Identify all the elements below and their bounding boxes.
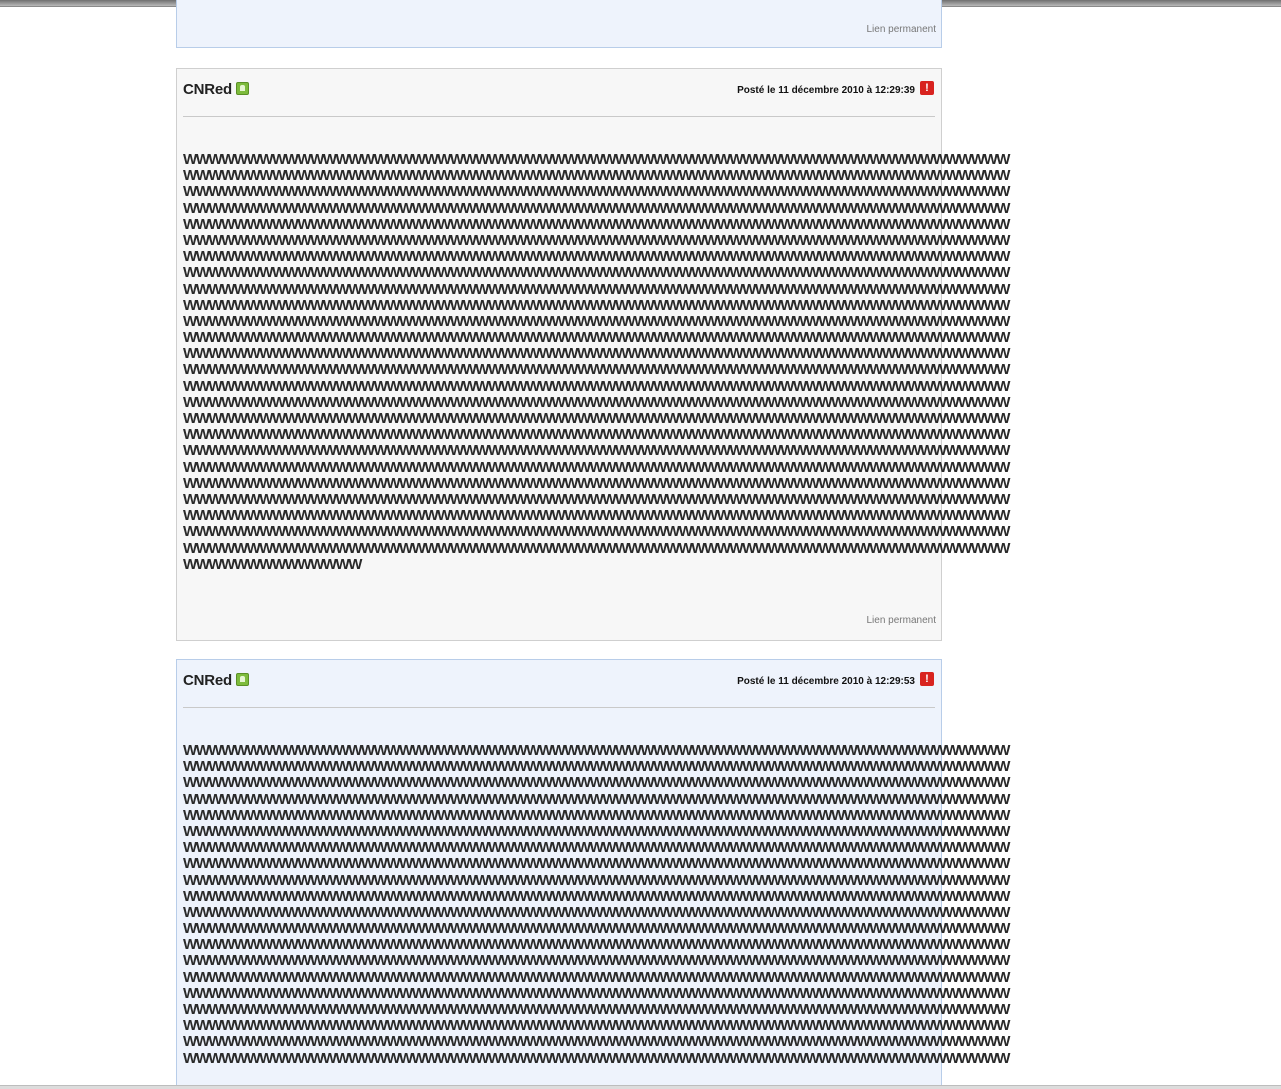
post-header: CNRed Posté le 11 décembre 2010 à 12:29:… [177,660,941,700]
forum-post: CNRed Posté le 11 décembre 2010 à 12:29:… [176,68,1010,641]
post-text-line: WWWWWWWWWWWWWWWWWWWWWWWWWWWWWWWWWWWWWWWW… [183,1033,1010,1051]
post-text-line: WWWWWWWWWWWWWWWWWWWWWWWWWWWWWWWWWWWWWWWW… [183,490,1010,508]
post-text-line: WWWWWWWWWWWWWWWWWWWWWWWWWWWWWWWWWWWWWWWW… [183,1001,1010,1018]
post-text-line: WWWWWWWWWWWWWWWWWWWWWWWWWWWWWWWWWWWWWWWW… [183,1017,1010,1035]
post-text-line: WWWWWWWWWWWWWWWWWWWWWWWWWWWWWWWWWWWWWWWW… [183,167,1010,185]
post-text-line: WWWWWWWWWWWWWWWWWWWWWWWWWWWWWWWWWWWWWWWW… [183,312,1010,330]
post-text-line: WWWWWWWWWWWWWWWWWWWWWWWWWWWWWWWWWWWWWWWW… [183,426,1010,444]
post-text-line: WWWWWWWWWWWWWWWWWWWWWWWWWWWWWWWWWWWWWWWW… [183,231,1010,249]
post-text-line: WWWWWWWWWWWWWWWWWWWWWWWWWWWWWWWWWWWWWWWW… [183,887,1010,905]
post-text-line: WWWWWWWWWWWWWWWWWWWWWWWWWWWWWWWWWWWWWWWW… [183,393,1010,411]
post-text-line: WWWWWWWWWWWWWWWWWWWWWWWWWWWWWWWWWWWWWWWW… [183,377,1010,395]
author-name[interactable]: CNRed [183,672,232,689]
post-header: CNRed Posté le 11 décembre 2010 à 12:29:… [177,69,941,109]
post-text-line: WWWWWWWWWWWWWWWWWWWWWWWWWWWWWWWWWWWWWWWW… [183,871,1010,889]
report-icon[interactable]: ! [920,81,934,95]
post-text-line: WWWWWWWWWWWWWWWWWWWWWWWWWWWWWWWWWWWWWWWW… [183,822,1010,840]
post-separator [183,707,935,708]
report-icon[interactable]: ! [920,672,934,686]
post-text-line: WWWWWWWWWWWWWWWWWWWWWWWWWWWWWWWWWWWWWWWW… [183,936,1010,954]
post-text-line: WWWWWWWWWWWWWWWWWWWWWWWWWWWWWWWWWWWWWWWW… [183,758,1010,776]
permalink-link[interactable]: Lien permanent [867,615,937,626]
author-name[interactable]: CNRed [183,81,232,98]
post-text-line: WWWWWWWWWWWWWWWWWWWWWWWWWWWWWWWWWWWWWWWW… [183,151,1010,168]
post-text-line: WWWWWWWWWWWWWWWWWWWWWWWWWWWWWWWWWWWWWWWW… [183,774,1010,792]
post-text-line: WWWWWWWWWWWWWWWWWWWWWWWWWWWWWWWWWWWWWWWW… [183,507,1010,525]
post-text-line: WWWWWWWWWWWWWWWWWWWWWWWWWWWWWWWWWWWWWWWW… [183,839,1010,857]
post-text-line: WWWWWWWWWWWWWWWWWWWWWWWWWWWWWWWWWWWWWWWW… [183,903,1010,921]
post-text-line: WWWWWWWWWWWWWWWWWWWWWWWWWWWWWWWWWWWWWWWW… [183,280,1010,298]
post-text-line: WWWWWWWWWWWWWWWWWWWWWWWWWWWWWWWWWWWWWWWW… [183,361,1010,379]
post-text-line: WWWWWWWWWWWWWWWWWWWWWWWWWWWWWWWWWWWWWWWW… [183,345,1010,363]
post-text-line: WWWWWWWWWWWWWWWWWWWWWWWWWWWWWWWWWWWWWWWW… [183,296,1010,314]
post-text-line: WWWWWWWWWWWWWWWWWWWWWWWWWWWWWWWWWWWWWWWW… [183,952,1010,970]
post-text-line-last: WWWWWWWWWWWWWW [183,555,362,573]
post-text-line: WWWWWWWWWWWWWWWWWWWWWWWWWWWWWWWWWWWWWWWW… [183,458,1010,476]
post-text-line: WWWWWWWWWWWWWWWWWWWWWWWWWWWWWWWWWWWWWWWW… [183,1049,1010,1067]
post-author[interactable]: CNRed [183,81,250,98]
post-body: WWWWWWWWWWWWWWWWWWWWWWWWWWWWWWWWWWWWWWWW… [183,742,1083,1067]
post-separator [183,116,935,117]
post-text-line: WWWWWWWWWWWWWWWWWWWWWWWWWWWWWWWWWWWWWWWW… [183,790,1010,808]
permalink-link[interactable]: Lien permanent [867,24,937,35]
post-date: Posté le 11 décembre 2010 à 12:29:39 [737,85,915,96]
post-text-line: WWWWWWWWWWWWWWWWWWWWWWWWWWWWWWWWWWWWWWWW… [183,539,1010,557]
post-text-line: WWWWWWWWWWWWWWWWWWWWWWWWWWWWWWWWWWWWWWWW… [183,523,1010,541]
post-text-line: WWWWWWWWWWWWWWWWWWWWWWWWWWWWWWWWWWWWWWWW… [183,855,1010,873]
post-text-line: WWWWWWWWWWWWWWWWWWWWWWWWWWWWWWWWWWWWWWWW… [183,264,1010,282]
post-text-line: WWWWWWWWWWWWWWWWWWWWWWWWWWWWWWWWWWWWWWWW… [183,984,1010,1002]
post-text-line: WWWWWWWWWWWWWWWWWWWWWWWWWWWWWWWWWWWWWWWW… [183,215,1010,233]
post-text-line: WWWWWWWWWWWWWWWWWWWWWWWWWWWWWWWWWWWWWWWW… [183,806,1010,824]
post-text-line: WWWWWWWWWWWWWWWWWWWWWWWWWWWWWWWWWWWWWWWW… [183,442,1010,460]
post-text-line: WWWWWWWWWWWWWWWWWWWWWWWWWWWWWWWWWWWWWWWW… [183,248,1010,266]
post-author[interactable]: CNRed [183,672,250,689]
post-text-line: WWWWWWWWWWWWWWWWWWWWWWWWWWWWWWWWWWWWWWWW… [183,920,1010,938]
forum-post: CNRed Posté le 11 décembre 2010 à 12:29:… [176,659,1010,1089]
browser-bottom-edge [0,1085,1281,1089]
post-text-line: WWWWWWWWWWWWWWWWWWWWWWWWWWWWWWWWWWWWWWWW… [183,199,1010,217]
post-text-line: WWWWWWWWWWWWWWWWWWWWWWWWWWWWWWWWWWWWWWWW… [183,968,1010,986]
online-status-icon [236,82,250,95]
post-text-line: WWWWWWWWWWWWWWWWWWWWWWWWWWWWWWWWWWWWWWWW… [183,474,1010,492]
post-date: Posté le 11 décembre 2010 à 12:29:53 [737,676,915,687]
post-text-line: WWWWWWWWWWWWWWWWWWWWWWWWWWWWWWWWWWWWWWWW… [183,742,1010,759]
online-status-icon [236,673,250,686]
post-body: WWWWWWWWWWWWWWWWWWWWWWWWWWWWWWWWWWWWWWWW… [183,151,1083,573]
post-text-line: WWWWWWWWWWWWWWWWWWWWWWWWWWWWWWWWWWWWWWWW… [183,410,1010,427]
post-text-line: WWWWWWWWWWWWWWWWWWWWWWWWWWWWWWWWWWWWWWWW… [183,329,1010,347]
post-previous: Lien permanent [176,0,942,48]
post-text-line: WWWWWWWWWWWWWWWWWWWWWWWWWWWWWWWWWWWWWWWW… [183,183,1010,201]
